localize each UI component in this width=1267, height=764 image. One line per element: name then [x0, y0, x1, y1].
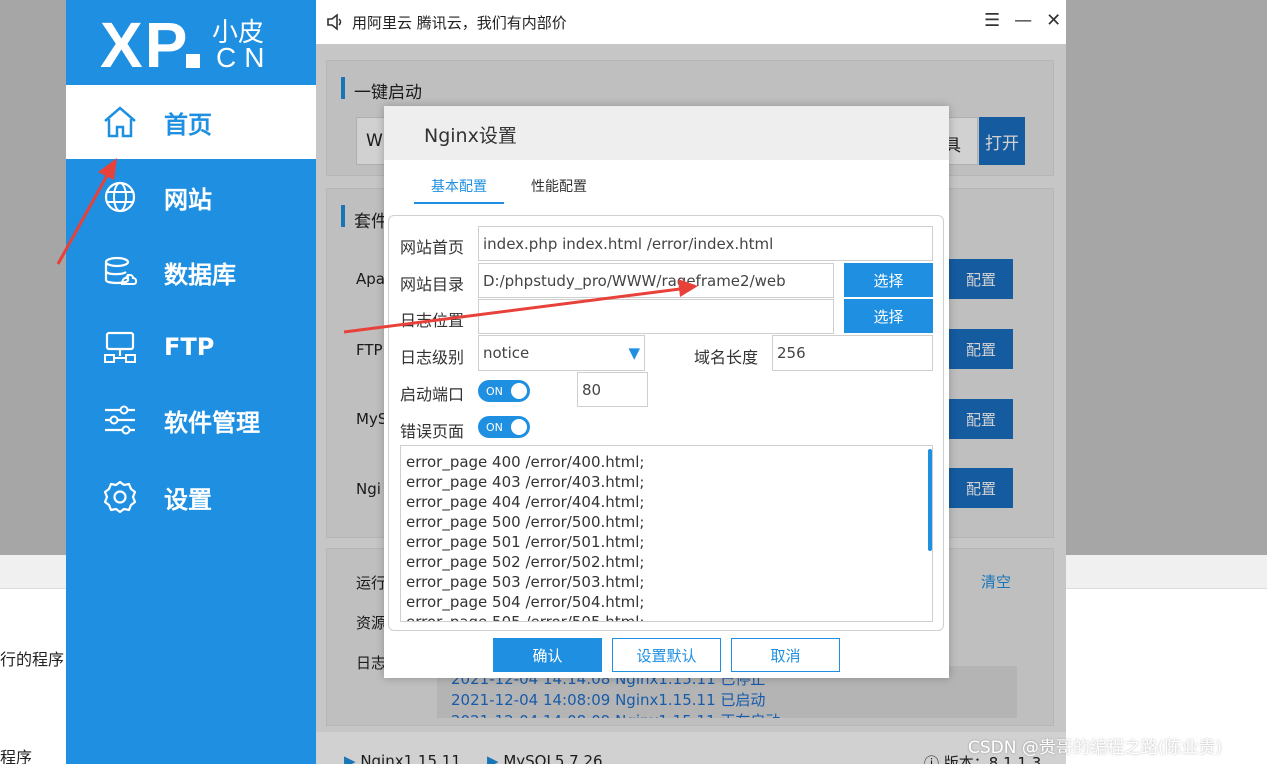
annotation-arrow — [56, 158, 117, 265]
watermark: CSDN @贵哥的编程之路(陈业贵) — [968, 738, 1223, 758]
annotation-arrows — [56, 158, 698, 334]
annotation-arrow — [343, 279, 698, 334]
